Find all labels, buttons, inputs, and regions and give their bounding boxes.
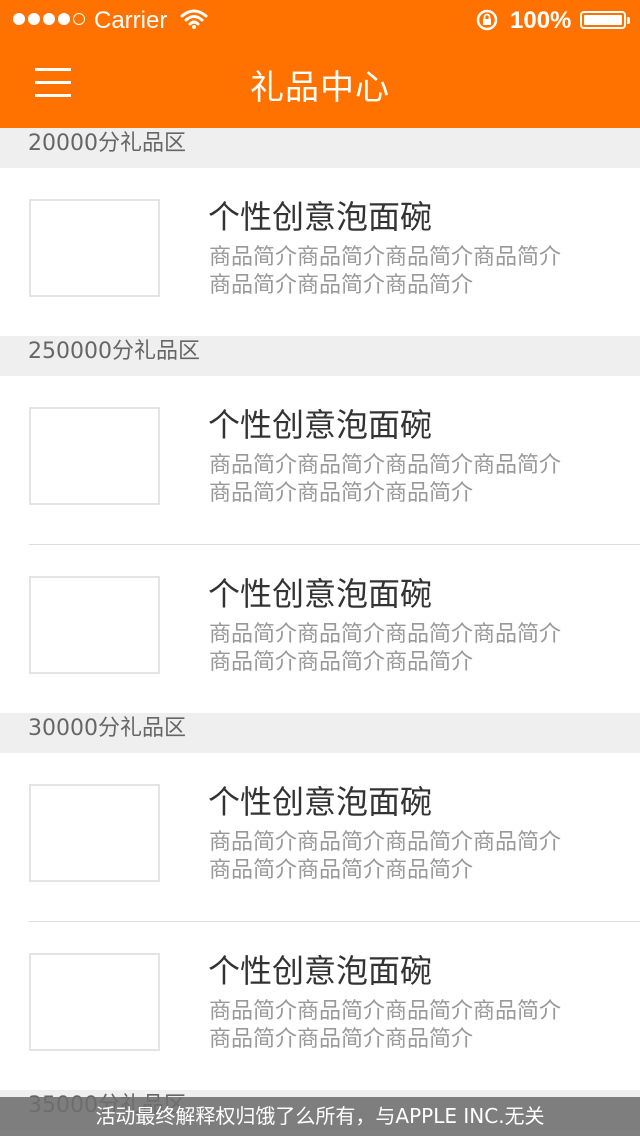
gift-title: 个性创意泡面碗 (208, 198, 433, 236)
gift-item[interactable]: 个性创意泡面碗 商品简介商品简介商品简介商品简介商品简介商品简介商品简介 (0, 753, 640, 921)
gift-item[interactable]: 个性创意泡面碗 商品简介商品简介商品简介商品简介商品简介商品简介商品简介 (0, 922, 640, 1090)
rotation-lock-icon (476, 9, 498, 31)
gift-image-placeholder (29, 576, 160, 674)
top-bar: Carrier 100% 礼品中心 (0, 0, 640, 128)
gift-item[interactable]: 个性创意泡面碗 商品简介商品简介商品简介商品简介商品简介商品简介商品简介 (0, 376, 640, 544)
gift-description: 商品简介商品简介商品简介商品简介商品简介商品简介商品简介 (209, 245, 562, 298)
section-header: 20000分礼品区 (0, 128, 640, 168)
gift-image-placeholder (29, 953, 160, 1051)
gift-item[interactable]: 个性创意泡面碗 商品简介商品简介商品简介商品简介商品简介商品简介商品简介 (0, 168, 640, 336)
gift-title: 个性创意泡面碗 (208, 575, 433, 613)
carrier-label: Carrier (94, 7, 168, 34)
gift-image-placeholder (29, 784, 160, 882)
gift-item[interactable]: 个性创意泡面碗 商品简介商品简介商品简介商品简介商品简介商品简介商品简介 (0, 545, 640, 713)
signal-strength-icon (13, 13, 85, 25)
gift-title: 个性创意泡面碗 (208, 952, 433, 990)
section-header: 30000分礼品区 (0, 713, 640, 753)
gift-title: 个性创意泡面碗 (208, 783, 433, 821)
gift-description: 商品简介商品简介商品简介商品简介商品简介商品简介商品简介 (209, 830, 562, 883)
status-bar: Carrier 100% (0, 0, 640, 40)
gift-description: 商品简介商品简介商品简介商品简介商品简介商品简介商品简介 (209, 999, 562, 1052)
gift-description: 商品简介商品简介商品简介商品简介商品简介商品简介商品简介 (209, 453, 562, 506)
section-header: 250000分礼品区 (0, 336, 640, 376)
gift-image-placeholder (29, 407, 160, 505)
gift-list: 20000分礼品区 个性创意泡面碗 商品简介商品简介商品简介商品简介商品简介商品… (0, 128, 640, 1130)
page-title: 礼品中心 (250, 68, 390, 108)
gift-image-placeholder (29, 199, 160, 297)
gift-description: 商品简介商品简介商品简介商品简介商品简介商品简介商品简介 (209, 622, 562, 675)
wifi-icon (180, 9, 208, 29)
battery-percent: 100% (510, 7, 572, 34)
battery-icon (580, 11, 630, 29)
disclaimer-footer: 活动最终解释权归饿了么所有，与APPLE INC.无关 (0, 1097, 640, 1136)
gift-title: 个性创意泡面碗 (208, 406, 433, 444)
